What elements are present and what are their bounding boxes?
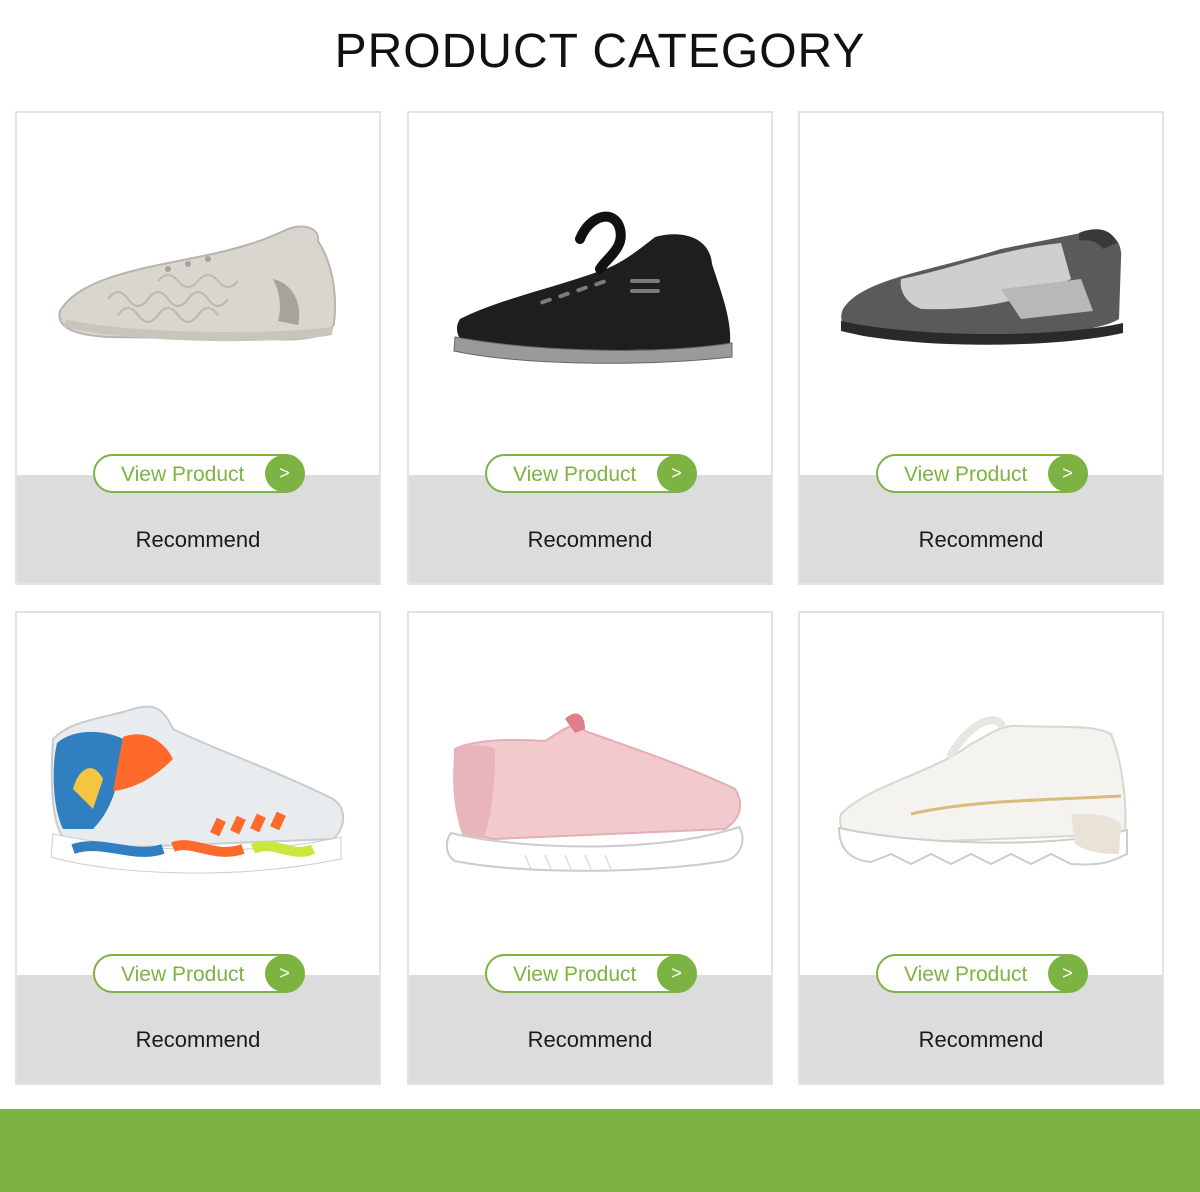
footer-band: [0, 1109, 1200, 1192]
arrow-right-icon: >: [265, 955, 304, 992]
view-product-button[interactable]: View Product >: [485, 454, 697, 493]
product-image[interactable]: [17, 613, 379, 975]
white-knit-sneaker-image: [58, 225, 337, 342]
card-caption: Recommend: [527, 1027, 653, 1052]
multicolor-basketball-shoe-image: [50, 705, 345, 874]
page-title: PRODUCT CATEGORY: [334, 25, 866, 78]
black-sport-sneaker-image: [453, 211, 733, 364]
card-caption: Recommend: [135, 1027, 261, 1052]
product-card[interactable]: View Product > Recommend: [407, 611, 773, 1085]
white-chunky-sneaker-image: [837, 716, 1128, 866]
grey-slip-on-shoe-image: [841, 229, 1123, 345]
view-product-label: View Product: [513, 463, 637, 486]
product-card[interactable]: View Product > Recommend: [798, 111, 1164, 585]
view-product-button[interactable]: View Product >: [876, 954, 1088, 993]
product-card[interactable]: View Product > Recommend: [15, 611, 381, 1085]
view-product-label: View Product: [513, 963, 637, 986]
pink-slip-on-sneaker-image: [445, 713, 744, 872]
card-caption: Recommend: [527, 527, 653, 552]
arrow-right-icon: >: [1048, 955, 1087, 992]
view-product-button[interactable]: View Product >: [93, 454, 305, 493]
product-image[interactable]: [17, 113, 379, 475]
arrow-right-icon: >: [265, 455, 304, 492]
card-caption: Recommend: [918, 527, 1044, 552]
arrow-right-icon: >: [1048, 455, 1087, 492]
view-product-label: View Product: [904, 963, 1028, 986]
card-caption: Recommend: [918, 1027, 1044, 1052]
product-card[interactable]: View Product > Recommend: [15, 111, 381, 585]
product-card[interactable]: View Product > Recommend: [407, 111, 773, 585]
arrow-right-icon: >: [657, 455, 696, 492]
product-image[interactable]: [800, 113, 1162, 475]
arrow-right-icon: >: [657, 955, 696, 992]
product-card[interactable]: View Product > Recommend: [798, 611, 1164, 1085]
view-product-label: View Product: [904, 463, 1028, 486]
view-product-label: View Product: [121, 963, 245, 986]
view-product-label: View Product: [121, 463, 245, 486]
view-product-button[interactable]: View Product >: [876, 454, 1088, 493]
page: PRODUCT CATEGORY View Product > Recommen…: [0, 0, 1200, 1192]
product-image[interactable]: [409, 613, 771, 975]
view-product-button[interactable]: View Product >: [485, 954, 697, 993]
product-image[interactable]: [800, 613, 1162, 975]
card-caption: Recommend: [135, 527, 261, 552]
product-image[interactable]: [409, 113, 771, 475]
view-product-button[interactable]: View Product >: [93, 954, 305, 993]
